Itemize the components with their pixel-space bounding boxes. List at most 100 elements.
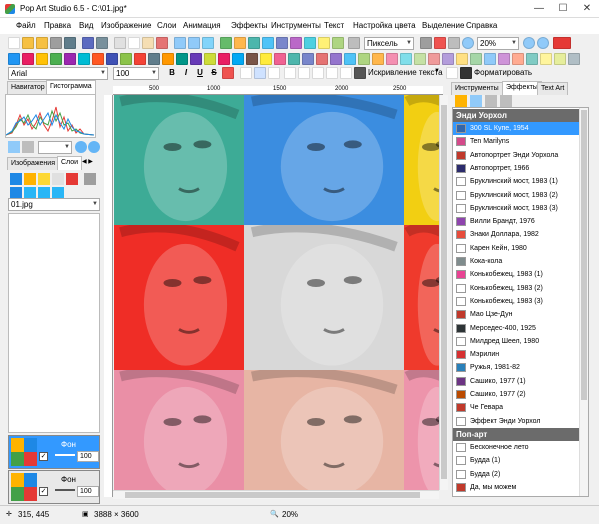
menu-layers[interactable]: Слои [157,21,176,30]
effect-preset-icon[interactable] [512,53,524,65]
menu-animation[interactable]: Анимация [183,21,221,30]
effect-item[interactable]: Кока-кола [453,494,581,496]
grid-toggle-icon[interactable] [420,37,432,49]
open-icon[interactable] [22,37,34,49]
effect-preset-icon[interactable] [358,53,370,65]
effect-item[interactable]: Сашико, 1977 (2) [453,388,581,401]
font-select[interactable]: Arial ▼ [8,67,108,80]
canvas-horizontal-scrollbar[interactable] [113,490,439,499]
effect-preset-icon[interactable] [92,53,104,65]
opacity-slider[interactable] [55,454,75,456]
effect-preset-icon[interactable] [526,53,538,65]
effect-preset-icon[interactable] [568,53,580,65]
effect-preset-icon[interactable] [78,53,90,65]
copy-icon[interactable] [128,37,140,49]
effect-preset-icon[interactable] [232,53,244,65]
effect-preset-icon[interactable] [64,53,76,65]
histogram-mode-icon[interactable] [8,141,20,153]
effect-item[interactable]: Будда (2) [453,468,581,481]
effects-group-header[interactable]: Поп-арт [453,427,581,441]
minimize-button[interactable]: — [527,0,551,18]
menu-color[interactable]: Настройка цвета [353,21,416,30]
tab-navigator[interactable]: Навигатор [7,81,49,94]
effect-preset-icon[interactable] [470,53,482,65]
open-folder-icon[interactable] [36,37,48,49]
effect-preset-icon[interactable] [456,53,468,65]
format-button[interactable]: Форматировать [474,68,532,77]
effect-item[interactable]: Мерседес-400, 1925 [453,322,581,335]
align-right-icon[interactable] [268,67,280,79]
effect-preset-icon[interactable] [498,53,510,65]
resize-icon[interactable] [220,37,232,49]
opacity-slider[interactable] [55,489,75,491]
effect-item[interactable]: Бруклинский мост, 1983 (3) [453,202,581,215]
tab-histogram[interactable]: Гистограмма [46,80,96,94]
effect-item[interactable]: Сашико, 1977 (1) [453,375,581,388]
effect-item[interactable]: Ten Marilyns [453,135,581,148]
rotate-icon[interactable] [202,37,214,49]
warp-text-button[interactable]: Искривление текста [368,68,443,77]
redo-icon[interactable] [188,37,200,49]
align-center-icon[interactable] [254,67,266,79]
effect-preset-icon[interactable] [288,53,300,65]
channel-select[interactable]: ▼ [38,141,72,154]
effect-item[interactable]: Карен Кейн, 1980 [453,242,581,255]
effect-preset-icon[interactable] [134,53,146,65]
font-size-select[interactable]: 100 ▼ [113,67,159,80]
effect-item[interactable]: Автопортрет Энди Уорхола [453,149,581,162]
delete-layer-icon[interactable] [66,173,78,185]
italic-button[interactable]: I [180,67,192,79]
settings-icon[interactable] [318,37,330,49]
new-icon[interactable] [8,37,20,49]
effect-item[interactable]: 300 SL Купе, 1954 [453,122,581,135]
zoom-in-icon[interactable] [523,37,535,49]
image-select[interactable]: 01.jpg ▼ [8,198,100,211]
menu-effects[interactable]: Эффекты [231,21,267,30]
layer-visible-checkbox[interactable]: ✓ [39,487,48,496]
effect-item[interactable]: Бруклинский мост, 1983 (1) [453,175,581,188]
scroll-thumb[interactable] [125,492,420,498]
crop-icon[interactable] [234,37,246,49]
cut-icon[interactable] [114,37,126,49]
arrow-right-icon[interactable] [88,141,100,153]
effect-preset-icon[interactable] [260,53,272,65]
zoom-out-icon[interactable] [462,37,474,49]
align-left-icon[interactable] [240,67,252,79]
effects-scrollbar[interactable] [579,108,588,496]
layer-row[interactable]: ✓ Фон 100 [8,470,100,504]
effect-item[interactable]: Вилли Брандт, 1976 [453,215,581,228]
menu-help[interactable]: Справка [466,21,497,30]
menu-selection[interactable]: Выделение [422,21,464,30]
text-style-icon[interactable] [284,67,296,79]
tab-text-art[interactable]: Text Art [537,82,569,95]
histogram-channel-icon[interactable] [22,141,34,153]
format-aa-icon[interactable] [460,67,472,79]
effect-preset-icon[interactable] [344,53,356,65]
effect-preset-icon[interactable] [176,53,188,65]
canvas-icon[interactable] [276,37,288,49]
effect-preset-icon[interactable] [386,53,398,65]
arrow-left-icon[interactable] [75,141,87,153]
effect-preset-icon[interactable] [484,53,496,65]
scroll-thumb[interactable] [581,110,587,400]
scroll-thumb[interactable] [441,105,447,479]
effect-options-icon[interactable] [470,95,482,107]
save-icon[interactable] [82,37,94,49]
effect-item[interactable]: Автопортрет, 1966 [453,162,581,175]
format-icon[interactable] [446,67,458,79]
opacity-input[interactable]: 100 [77,486,99,497]
crosshair-icon[interactable] [448,37,460,49]
maximize-button[interactable]: ☐ [551,0,575,18]
effect-list-icon[interactable] [500,95,512,107]
flip-icon[interactable] [248,37,260,49]
effect-preset-icon[interactable] [120,53,132,65]
tab-effects[interactable]: Эффекты [502,81,542,95]
effect-preset-icon[interactable] [204,53,216,65]
menu-edit[interactable]: Правка [44,21,71,30]
menu-file[interactable]: Файл [16,21,36,30]
grid-icon[interactable] [332,37,344,49]
strike-button[interactable]: S [208,67,220,79]
menu-view[interactable]: Вид [79,21,93,30]
print-icon[interactable] [96,37,108,49]
effect-preset-icon[interactable] [554,53,566,65]
